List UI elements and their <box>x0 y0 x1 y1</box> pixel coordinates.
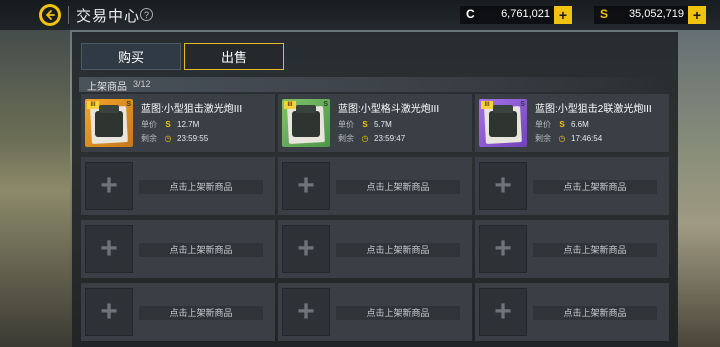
empty-slot-hint: 点击上架新商品 <box>336 243 460 257</box>
listing-time-row: 剩余 ◷ 23:59:55 <box>141 133 208 144</box>
silver-icon: S <box>165 120 171 129</box>
empty-slot[interactable]: + 点击上架新商品 <box>475 220 669 278</box>
back-arrow-icon <box>42 7 58 23</box>
add-item-icon[interactable]: + <box>282 288 330 336</box>
blueprint-icon: III S <box>479 99 527 147</box>
silver-currency: S 35,052,719 + <box>594 6 706 24</box>
silver-amount: 35,052,719 <box>628 8 684 20</box>
empty-slot[interactable]: + 点击上架新商品 <box>81 220 275 278</box>
time-label: 剩余 <box>535 134 551 143</box>
listing-slot[interactable]: III S 蓝图:小型格斗激光炮III 单价 S 5.7M 剩余 ◷ 23:59:47 <box>278 94 472 152</box>
silver-icon: S <box>362 120 368 129</box>
add-item-icon[interactable]: + <box>282 225 330 273</box>
tab-buy[interactable]: 购买 <box>81 43 181 70</box>
clock-icon: ◷ <box>164 134 172 143</box>
background-left <box>0 0 70 347</box>
add-item-icon[interactable]: + <box>85 225 133 273</box>
empty-slot-hint: 点击上架新商品 <box>139 243 263 257</box>
empty-slot-hint: 点击上架新商品 <box>139 306 263 320</box>
price-label: 单价 <box>535 120 551 129</box>
price-label: 单价 <box>338 120 354 129</box>
empty-slot[interactable]: + 点击上架新商品 <box>475 157 669 215</box>
credit-currency: C 6,761,021 + <box>460 6 572 24</box>
empty-slot-hint: 点击上架新商品 <box>533 306 657 320</box>
add-item-icon[interactable]: + <box>479 288 527 336</box>
price-label: 单价 <box>141 120 157 129</box>
listing-time: 23:59:55 <box>177 134 209 143</box>
title-divider <box>68 6 69 24</box>
empty-slot[interactable]: + 点击上架新商品 <box>81 157 275 215</box>
listing-time-row: 剩余 ◷ 17:46:54 <box>535 133 602 144</box>
listing-price-row: 单价 S 12.7M <box>141 119 199 130</box>
listing-time-row: 剩余 ◷ 23:59:47 <box>338 133 405 144</box>
listing-price: 6.6M <box>571 120 589 129</box>
listing-slot[interactable]: III S 蓝图:小型狙击2联激光炮III 单价 S 6.6M 剩余 ◷ 17:46:54 <box>475 94 669 152</box>
top-bar: 交易中心 ? C 6,761,021 + S 35,052,719 + <box>0 0 720 30</box>
credit-amount: 6,761,021 <box>501 8 550 20</box>
add-credit-button[interactable]: + <box>554 6 572 24</box>
empty-slot-hint: 点击上架新商品 <box>336 180 460 194</box>
listing-time: 17:46:54 <box>571 134 603 143</box>
blueprint-icon: III S <box>282 99 330 147</box>
add-item-icon[interactable]: + <box>85 288 133 336</box>
credit-icon: C <box>466 7 475 21</box>
page-title: 交易中心 <box>76 8 141 25</box>
empty-slot[interactable]: + 点击上架新商品 <box>278 283 472 341</box>
add-silver-button[interactable]: + <box>688 6 706 24</box>
listing-name: 蓝图:小型狙击激光炮III <box>141 104 243 115</box>
empty-slot-hint: 点击上架新商品 <box>139 180 263 194</box>
back-button[interactable] <box>39 4 61 26</box>
silver-icon: S <box>559 120 565 129</box>
clock-icon: ◷ <box>558 134 566 143</box>
listing-name: 蓝图:小型格斗激光炮III <box>338 104 440 115</box>
add-item-icon[interactable]: + <box>282 162 330 210</box>
listing-price-row: 单价 S 6.6M <box>535 119 589 130</box>
empty-slot[interactable]: + 点击上架新商品 <box>81 283 275 341</box>
section-count: 3/12 <box>133 79 151 89</box>
time-label: 剩余 <box>141 134 157 143</box>
listing-price: 5.7M <box>374 120 392 129</box>
add-item-icon[interactable]: + <box>479 225 527 273</box>
empty-slot-hint: 点击上架新商品 <box>533 243 657 257</box>
blueprint-icon: III S <box>85 99 133 147</box>
empty-slot-hint: 点击上架新商品 <box>336 306 460 320</box>
listed-items-header: 上架商品 3/12 <box>79 77 669 93</box>
empty-slot[interactable]: + 点击上架新商品 <box>278 157 472 215</box>
add-item-icon[interactable]: + <box>85 162 133 210</box>
background-right <box>676 0 720 347</box>
empty-slot[interactable]: + 点击上架新商品 <box>475 283 669 341</box>
help-icon[interactable]: ? <box>140 8 153 21</box>
trade-panel: 购买 出售 上架商品 3/12 III S 蓝图:小型狙击激光炮III 单价 S 12… <box>72 32 678 347</box>
add-item-icon[interactable]: + <box>479 162 527 210</box>
listing-slot[interactable]: III S 蓝图:小型狙击激光炮III 单价 S 12.7M 剩余 ◷ 23:59:55 <box>81 94 275 152</box>
empty-slot[interactable]: + 点击上架新商品 <box>278 220 472 278</box>
empty-slot-hint: 点击上架新商品 <box>533 180 657 194</box>
listing-time: 23:59:47 <box>374 134 406 143</box>
clock-icon: ◷ <box>361 134 369 143</box>
listing-price: 12.7M <box>177 120 200 129</box>
listing-name: 蓝图:小型狙击2联激光炮III <box>535 104 652 115</box>
section-label: 上架商品 <box>87 82 127 93</box>
listing-price-row: 单价 S 5.7M <box>338 119 392 130</box>
tab-sell[interactable]: 出售 <box>184 43 284 70</box>
silver-icon: S <box>600 7 609 21</box>
time-label: 剩余 <box>338 134 354 143</box>
